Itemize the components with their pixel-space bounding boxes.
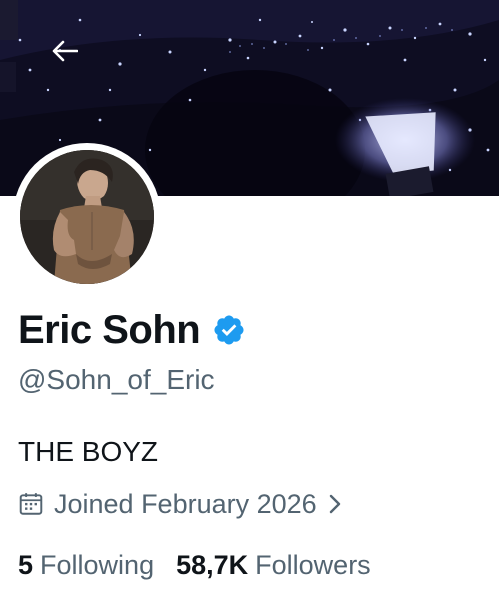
followers-count: 58,7K (176, 550, 249, 580)
followers-label: Followers (255, 550, 371, 580)
user-handle: @Sohn_of_Eric (18, 364, 215, 395)
following-label: Following (40, 550, 155, 580)
verified-badge-icon[interactable] (212, 313, 246, 347)
followers-link[interactable]: 58,7K Followers (176, 547, 371, 583)
profile-bio: THE BOYZ (18, 436, 159, 467)
name-row: Eric Sohn (18, 306, 246, 354)
arrow-left-icon (52, 40, 78, 62)
following-link[interactable]: 5 Following (18, 547, 154, 583)
joined-date-row[interactable]: Joined February 2026 (18, 486, 343, 522)
avatar[interactable] (20, 150, 154, 284)
follow-stats: 5 Following 58,7K Followers (18, 547, 371, 583)
following-count: 5 (18, 550, 34, 580)
calendar-icon (19, 493, 43, 515)
joined-date: Joined February 2026 (54, 489, 317, 519)
avatar-photo (20, 150, 154, 284)
display-name: Eric Sohn (18, 308, 201, 352)
chevron-right-icon (329, 494, 340, 514)
back-button[interactable] (52, 40, 92, 80)
